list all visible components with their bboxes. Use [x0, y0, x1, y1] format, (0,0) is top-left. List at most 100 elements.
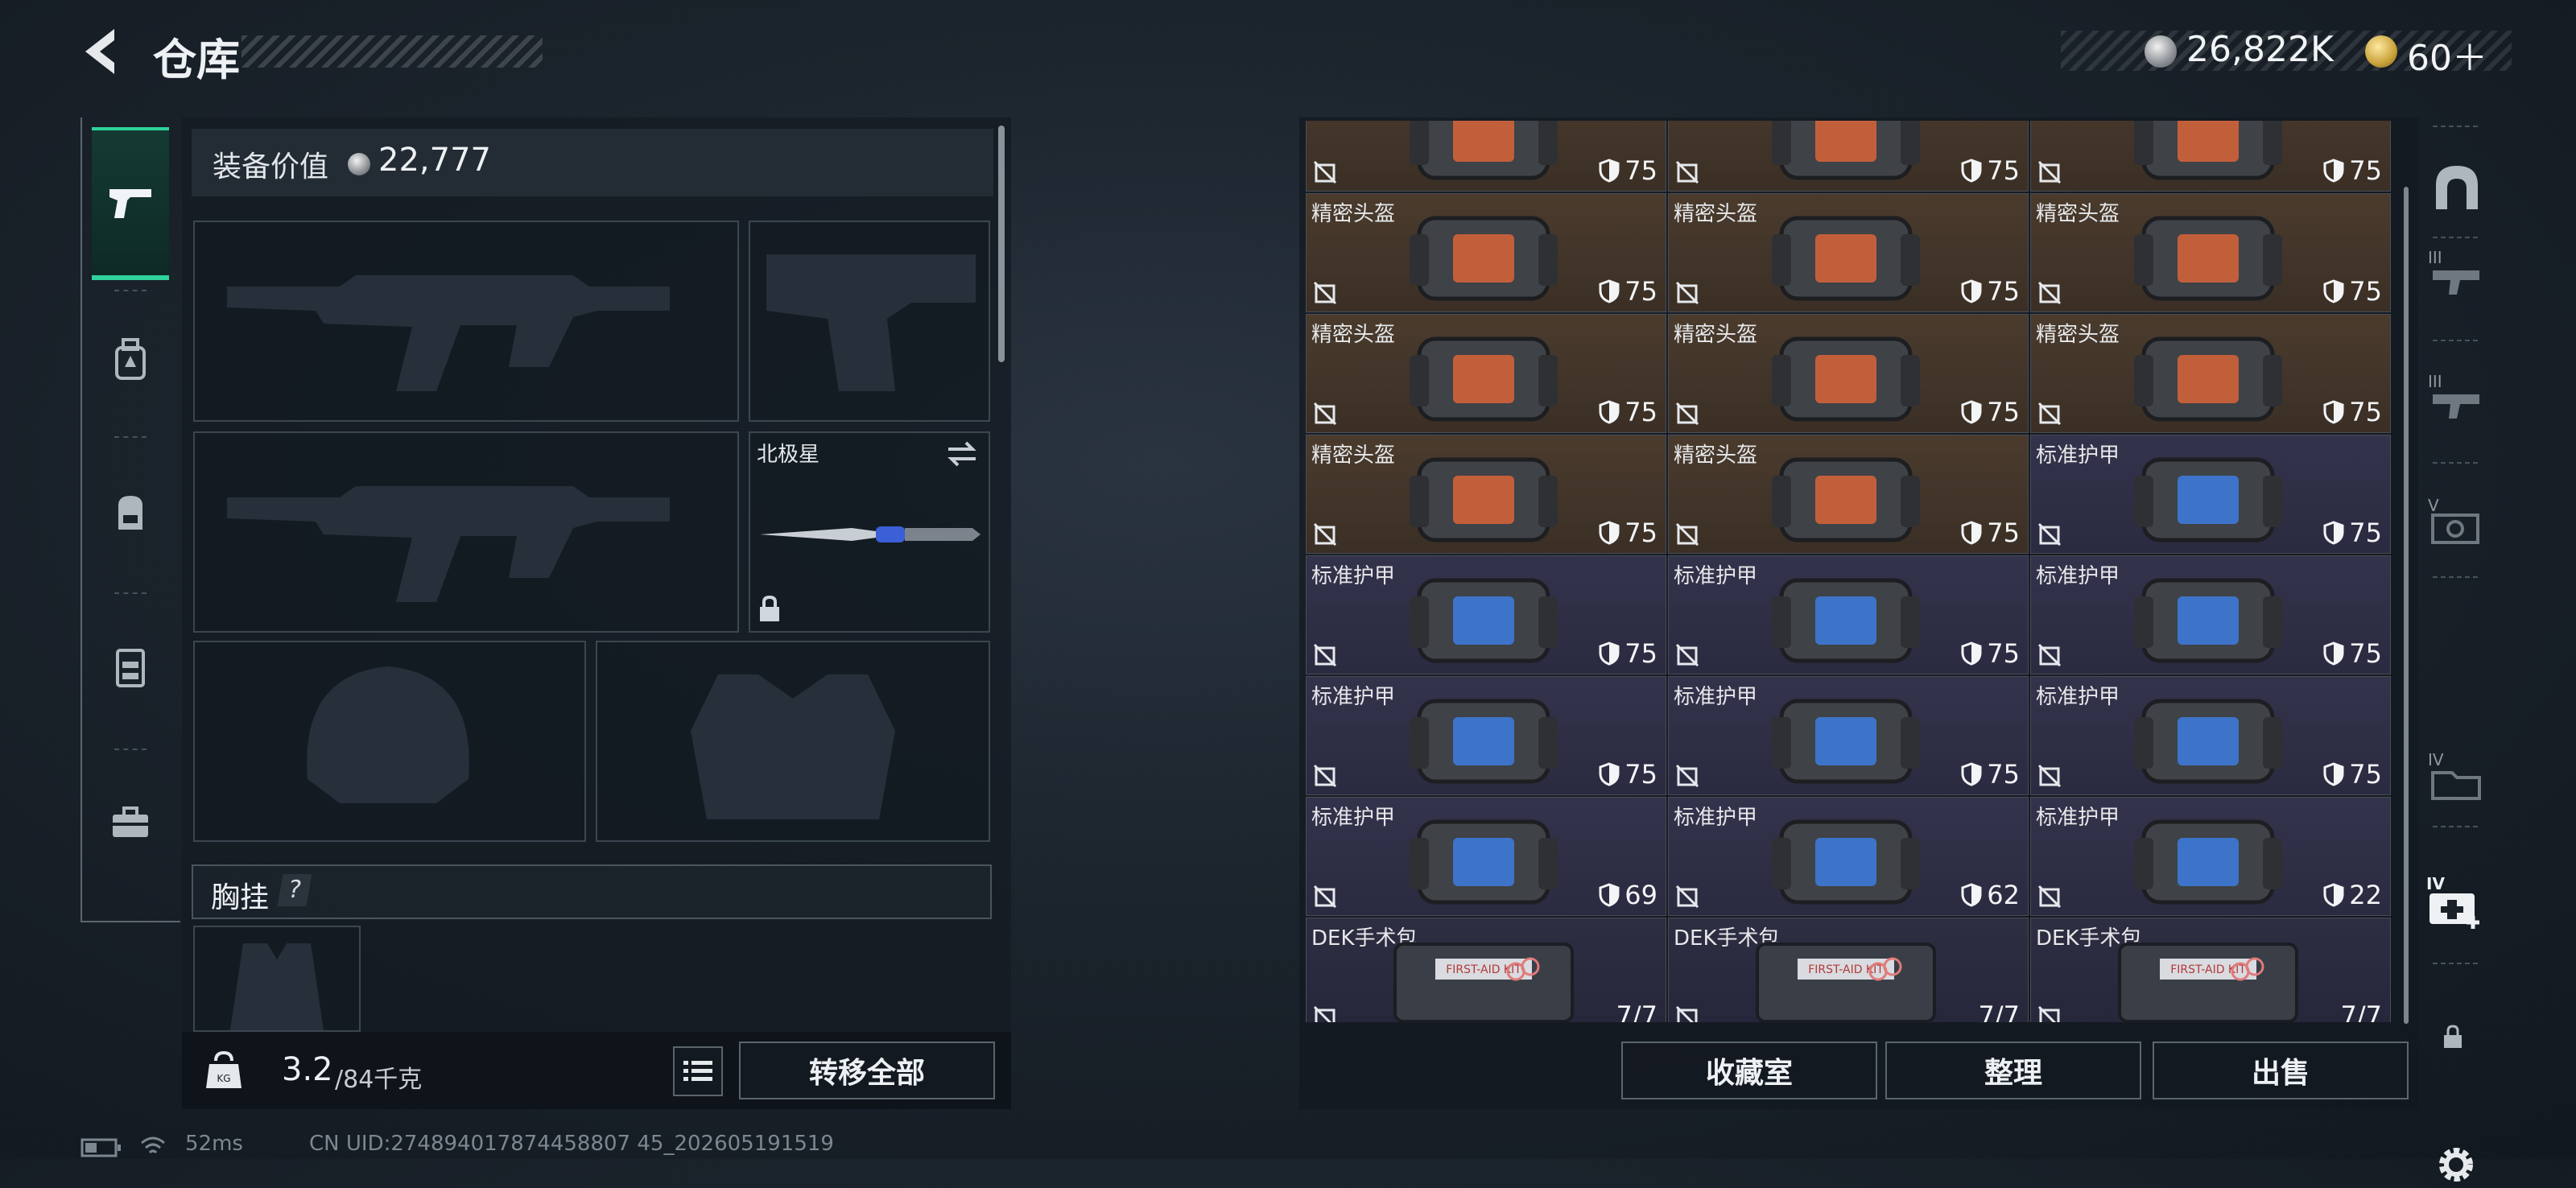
sort-button[interactable]: 整理: [1885, 1042, 2141, 1099]
secondary-weapon-slot[interactable]: [193, 431, 739, 633]
stash-item[interactable]: 精密头盔 75: [1306, 193, 1666, 312]
item-name: 精密头盔: [1311, 202, 1396, 226]
helmet-item-icon: [2134, 121, 2282, 180]
medical-tier-4[interactable]: IV: [2426, 874, 2486, 930]
no-trade-icon: [1675, 885, 1699, 909]
toolbox-icon: [113, 806, 148, 837]
durability-value: 75: [1987, 518, 2020, 548]
item-durability: 75: [1961, 638, 2020, 669]
durability-value: 75: [1987, 155, 2020, 186]
tab-backpack[interactable]: [92, 439, 169, 584]
item-durability: 22: [2323, 880, 2382, 910]
silver-currency-amount: 26,822K: [2186, 29, 2334, 70]
stash-item[interactable]: 精密头盔 75: [1668, 435, 2029, 554]
ping-value: 52ms: [185, 1132, 243, 1156]
stash-item[interactable]: 标准护甲 75: [2030, 435, 2391, 554]
stash-tier-5[interactable]: V: [2428, 496, 2484, 549]
stash-item[interactable]: 标准护甲 75: [1306, 676, 1666, 795]
stash-item[interactable]: 精密头盔 75: [1306, 314, 1666, 433]
shield-icon: [1599, 641, 1620, 666]
durability-value: 75: [2349, 518, 2382, 548]
primary-weapon-slot[interactable]: [193, 221, 739, 422]
shield-icon: [2323, 521, 2344, 545]
stash-item[interactable]: 精密头盔 75: [2030, 314, 2391, 433]
stash-item[interactable]: 精密头盔 75: [1668, 314, 2029, 433]
stash-item[interactable]: 标准护甲 75: [1668, 676, 2029, 795]
stash-tier-3-b[interactable]: III: [2428, 372, 2484, 425]
tab-weapons[interactable]: [92, 127, 169, 280]
no-trade-icon: [1313, 885, 1337, 909]
chest-rig-section: 胸挂 ?: [192, 864, 992, 919]
armor-silhouette-icon: [691, 674, 895, 819]
stash-item[interactable]: 标准护甲 22: [2030, 797, 2391, 916]
surgery-kit-icon: FIRST-AID KIT: [1393, 943, 1574, 1022]
stash-item[interactable]: DEK手术包 FIRST-AID KIT 7/7: [1306, 918, 1666, 1022]
sell-button[interactable]: 出售: [2153, 1042, 2409, 1099]
stash-item[interactable]: 75: [2030, 121, 2391, 192]
no-trade-icon: [2037, 522, 2062, 547]
armor-item-icon: [1410, 699, 1558, 784]
lock-icon: [760, 595, 779, 621]
stash-item[interactable]: 精密头盔 75: [1306, 435, 1666, 554]
tab-chest-rig[interactable]: [92, 594, 169, 739]
stash-item[interactable]: 标准护甲 69: [1306, 797, 1666, 916]
uses-value: 7/7: [1616, 1000, 1658, 1022]
armor-slot[interactable]: [596, 641, 990, 842]
storage-arch-icon[interactable]: [2431, 161, 2483, 212]
durability-value: 75: [2349, 638, 2382, 669]
stash-item[interactable]: 标准护甲 62: [1668, 797, 2029, 916]
sidearm-slot[interactable]: [749, 221, 990, 422]
help-button[interactable]: ?: [277, 874, 312, 906]
stash-item[interactable]: 标准护甲 75: [2030, 555, 2391, 674]
stash-tier-4[interactable]: IV: [2428, 750, 2484, 803]
transfer-all-button[interactable]: 转移全部: [739, 1042, 995, 1099]
durability-value: 75: [2349, 276, 2382, 307]
swap-icon[interactable]: [945, 439, 979, 468]
stash-item[interactable]: 标准护甲 75: [1668, 555, 2029, 674]
collection-room-button[interactable]: 收藏室: [1621, 1042, 1877, 1099]
stash-item[interactable]: 75: [1306, 121, 1666, 192]
stash-item[interactable]: 标准护甲 75: [2030, 676, 2391, 795]
helmet-item-icon: [1772, 216, 1920, 301]
stash-scrollbar[interactable]: [2404, 187, 2409, 1024]
shield-icon: [1599, 279, 1620, 303]
stash-item[interactable]: 精密头盔 75: [2030, 193, 2391, 312]
no-trade-icon: [1313, 643, 1337, 667]
item-durability: 75: [1599, 518, 1657, 548]
stash-sidebar: III III V IV IV: [2418, 118, 2486, 1182]
stash-tier-3-a[interactable]: III: [2428, 248, 2484, 301]
stash-item[interactable]: 标准护甲 75: [1306, 555, 1666, 674]
helmet-slot[interactable]: [193, 641, 586, 842]
item-durability: 75: [1961, 155, 2020, 186]
gear-icon[interactable]: [2433, 1141, 2479, 1188]
item-durability: 75: [1961, 276, 2020, 307]
lock-icon[interactable]: [2442, 1024, 2463, 1050]
item-durability: 75: [1599, 155, 1657, 186]
back-button[interactable]: [79, 26, 127, 77]
stash-item[interactable]: 75: [1668, 121, 2029, 192]
item-durability: 62: [1961, 880, 2020, 910]
equipment-scrollbar[interactable]: [998, 126, 1005, 362]
chest-rig-slot[interactable]: [193, 926, 361, 1032]
list-view-button[interactable]: [673, 1046, 723, 1096]
durability-value: 75: [1987, 759, 2020, 790]
tab-ammo[interactable]: [92, 287, 169, 431]
melee-slot-label: 北极星: [757, 443, 820, 467]
shield-icon: [1599, 521, 1620, 545]
pistol-icon: [109, 189, 151, 218]
medical-tier-icon: [2429, 893, 2479, 929]
no-trade-icon: [1675, 1005, 1698, 1022]
rifle-silhouette-icon: [227, 486, 670, 602]
page-title: 仓库: [153, 35, 240, 85]
stash-item[interactable]: 精密头盔 75: [1668, 193, 2029, 312]
stash-item[interactable]: DEK手术包 FIRST-AID KIT 7/7: [2030, 918, 2391, 1022]
item-name: 标准护甲: [1311, 806, 1396, 830]
gold-coin-icon: [2365, 35, 2397, 68]
item-uses: 7/7: [1979, 1000, 2021, 1022]
stash-item[interactable]: DEK手术包 FIRST-AID KIT 7/7: [1668, 918, 2029, 1022]
melee-slot[interactable]: 北极星: [749, 431, 990, 633]
helmet-item-icon: [1772, 457, 1920, 542]
stash-tier-icon: [2431, 514, 2479, 544]
tab-toolbox[interactable]: [92, 750, 169, 895]
stash-tier-icon: [2433, 270, 2479, 295]
